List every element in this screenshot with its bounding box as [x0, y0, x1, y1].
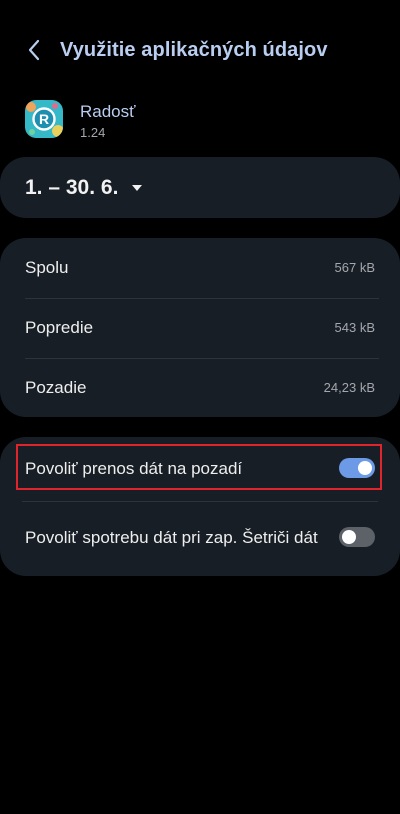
usage-row-foreground: Popredie 543 kB: [25, 298, 375, 357]
switch-knob: [342, 530, 356, 544]
back-button[interactable]: [22, 38, 46, 62]
usage-value: 543 kB: [334, 320, 375, 335]
date-range-label: 1. – 30. 6.: [25, 175, 119, 199]
usage-row-total: Spolu 567 kB: [25, 238, 375, 297]
app-logo-icon: R: [25, 100, 63, 138]
caret-down-icon: [132, 184, 143, 191]
usage-label: Pozadie: [25, 377, 87, 397]
background-data-switch[interactable]: [339, 458, 375, 478]
date-range-card: 1. – 30. 6.: [0, 157, 400, 218]
app-name: Radosť: [80, 102, 136, 121]
page-title: Využitie aplikačných údajov: [60, 38, 328, 61]
usage-value: 24,23 kB: [323, 380, 375, 395]
divider: [22, 501, 378, 502]
header: Využitie aplikačných údajov: [0, 22, 400, 78]
toggle-row-background-data[interactable]: Povoliť prenos dát na pozadí: [25, 445, 375, 491]
svg-text:R: R: [39, 111, 49, 127]
toggle-label: Povoliť spotrebu dát pri zap. Šetriči dá…: [25, 527, 318, 547]
app-data-usage-screen: Využitie aplikačných údajov R Radosť 1.2…: [0, 0, 400, 814]
usage-value: 567 kB: [334, 260, 375, 275]
chevron-left-icon: [28, 39, 40, 61]
usage-row-background: Pozadie 24,23 kB: [25, 358, 375, 417]
date-range-dropdown[interactable]: 1. – 30. 6.: [25, 157, 143, 218]
toggle-row-data-saver[interactable]: Povoliť spotrebu dát pri zap. Šetriči dá…: [25, 512, 375, 562]
usage-label: Spolu: [25, 257, 69, 277]
usage-label: Popredie: [25, 317, 94, 337]
data-saver-switch[interactable]: [339, 527, 375, 547]
app-version: 1.24: [80, 125, 106, 140]
switch-knob: [358, 461, 372, 475]
toggle-label: Povoliť prenos dát na pozadí: [25, 458, 243, 478]
usage-summary-card: Spolu 567 kB Popredie 543 kB Pozadie 24,…: [0, 238, 400, 417]
data-permissions-card: Povoliť prenos dát na pozadí Povoliť spo…: [0, 437, 400, 576]
app-info: R Radosť 1.24: [25, 100, 136, 141]
